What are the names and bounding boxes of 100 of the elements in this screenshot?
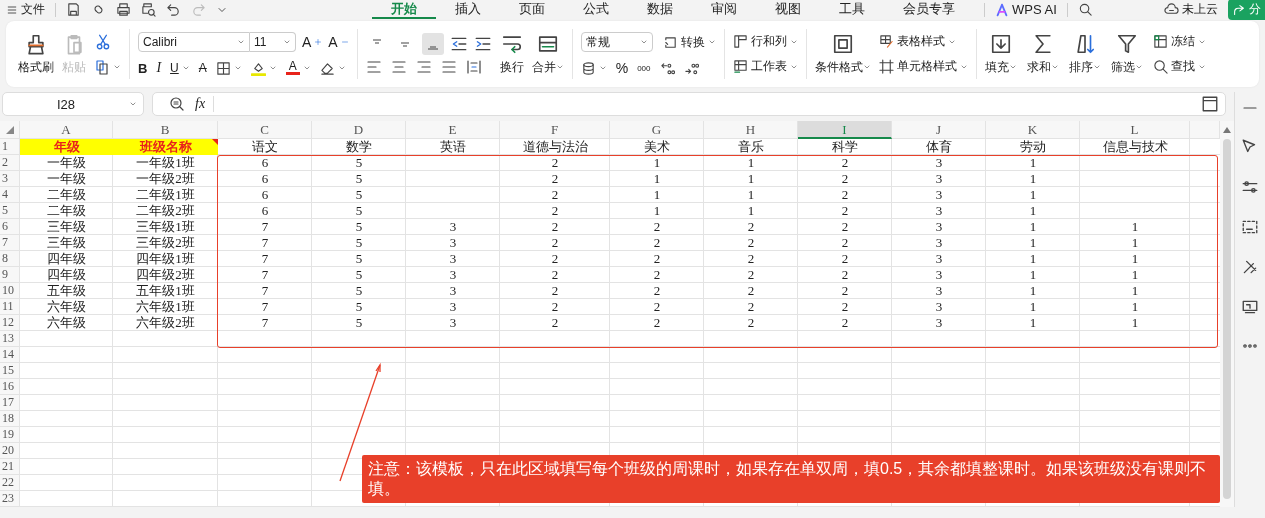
row-number[interactable]: 9 (0, 267, 20, 283)
ribbon-tab[interactable]: 页面 (500, 0, 564, 19)
row-number[interactable]: 7 (0, 235, 20, 251)
sum-button[interactable]: 求和 (1026, 32, 1059, 76)
increase-indent-icon[interactable] (473, 35, 492, 53)
caret-icon[interactable] (268, 64, 277, 72)
sliders-icon[interactable] (1241, 178, 1259, 196)
fill-down-icon[interactable] (989, 32, 1012, 55)
underline-button[interactable]: U (170, 61, 190, 75)
row-number[interactable]: 21 (0, 459, 20, 475)
freeze-icon[interactable] (1152, 34, 1168, 49)
row-number[interactable]: 18 (0, 411, 20, 427)
row-number[interactable]: 4 (0, 187, 20, 203)
row-number[interactable]: 5 (0, 203, 20, 219)
font-color-button[interactable]: A (285, 61, 311, 75)
conditional-format-icon[interactable] (831, 32, 854, 55)
table-style-icon[interactable] (878, 34, 894, 49)
font-dropdown[interactable]: Calibri (138, 32, 250, 52)
vertical-align-button[interactable] (421, 33, 444, 55)
card-icon[interactable] (1241, 298, 1259, 316)
caret-icon[interactable] (237, 38, 245, 46)
cloud-status-button[interactable]: 未上云 (1164, 1, 1218, 18)
select-all-icon[interactable] (5, 126, 14, 134)
name-box[interactable]: I28 (2, 92, 144, 116)
format-painter-button[interactable]: 格式刷 (18, 32, 54, 76)
column-header[interactable]: E (406, 121, 500, 139)
frame-icon[interactable] (1241, 218, 1259, 236)
decrease-font-button[interactable]: A (328, 34, 349, 50)
row-number[interactable]: 17 (0, 395, 20, 411)
print-icon[interactable] (116, 2, 131, 17)
caret-icon[interactable] (337, 64, 346, 72)
undo-icon[interactable] (166, 2, 181, 17)
column-header[interactable]: D (312, 121, 406, 139)
row-number[interactable]: 16 (0, 379, 20, 395)
caret-icon[interactable] (707, 38, 716, 46)
caret-icon[interactable] (181, 64, 190, 72)
ribbon-tab[interactable]: 会员专享 (884, 0, 974, 19)
row-number[interactable]: 14 (0, 347, 20, 363)
ribbon-tab[interactable]: 插入 (436, 0, 500, 19)
borders-button[interactable] (215, 60, 242, 76)
increase-font-button[interactable]: A (302, 34, 323, 50)
paint-bucket-icon[interactable] (250, 60, 266, 76)
table-style-button[interactable]: 表格样式 (878, 33, 968, 50)
rows-columns-icon[interactable] (732, 34, 748, 49)
caret-icon[interactable] (639, 38, 648, 46)
print-preview-icon[interactable] (141, 2, 156, 17)
border-grid-icon[interactable] (215, 60, 231, 76)
coins-icon[interactable] (580, 60, 596, 76)
save-icon[interactable] (66, 2, 81, 17)
share-icon[interactable] (1232, 2, 1246, 17)
align-right-icon[interactable] (415, 59, 432, 75)
formula-editor-icon[interactable] (1201, 95, 1219, 113)
column-header[interactable]: L (1080, 121, 1190, 139)
row-number[interactable]: 23 (0, 491, 20, 507)
zoom-icon[interactable] (169, 96, 185, 112)
ribbon-tab[interactable]: 视图 (756, 0, 820, 19)
convert-icon[interactable] (662, 34, 678, 50)
increase-decimal-icon[interactable] (659, 60, 675, 76)
search-icon[interactable] (1152, 59, 1168, 74)
freeze-button[interactable]: 冻结 (1152, 33, 1206, 50)
row-number[interactable]: 2 (0, 155, 20, 171)
distributed-icon[interactable] (465, 59, 482, 75)
font-size-dropdown[interactable]: 11 (250, 32, 296, 52)
row-number[interactable]: 13 (0, 331, 20, 347)
caret-icon[interactable] (283, 38, 291, 46)
thousands-button[interactable]: 000 (637, 63, 651, 73)
column-header[interactable]: C (218, 121, 312, 139)
filter-button[interactable]: 筛选 (1110, 32, 1143, 76)
row-number[interactable]: 1 (0, 139, 20, 155)
decrease-indent-icon[interactable] (449, 35, 468, 53)
merge-button[interactable]: 合并 (531, 32, 564, 76)
copy-icon[interactable] (94, 59, 110, 75)
align-left-icon[interactable] (365, 59, 382, 75)
caret-icon[interactable] (302, 64, 311, 72)
sort-button[interactable]: 排序 (1068, 32, 1101, 76)
worksheet-icon[interactable] (732, 59, 748, 74)
italic-button[interactable]: I (156, 60, 162, 76)
row-number[interactable]: 8 (0, 251, 20, 267)
currency-button[interactable] (580, 60, 607, 76)
rows-columns-button[interactable]: 行和列 (732, 33, 798, 50)
align-center-icon[interactable] (390, 59, 407, 75)
ribbon-tab[interactable]: 公式 (564, 0, 628, 19)
number-format-dropdown[interactable]: 常规 (580, 32, 653, 52)
caret-icon[interactable] (598, 64, 607, 72)
column-header[interactable]: K (986, 121, 1080, 139)
clear-button[interactable] (319, 60, 346, 76)
file-menu[interactable]: 文件 (6, 1, 45, 18)
worksheet-button[interactable]: 工作表 (732, 58, 798, 75)
formula-bar[interactable]: fx (152, 92, 1226, 116)
search-icon[interactable] (1077, 2, 1093, 17)
row-number[interactable]: 3 (0, 171, 20, 187)
ribbon-tab[interactable]: 数据 (628, 0, 692, 19)
column-header[interactable]: F (500, 121, 610, 139)
filter-icon[interactable] (1115, 32, 1138, 55)
caret-icon[interactable] (129, 100, 137, 108)
eraser-icon[interactable] (319, 60, 335, 76)
paint-brush-icon[interactable] (25, 32, 47, 55)
row-number[interactable]: 6 (0, 219, 20, 235)
scrollbar[interactable] (1220, 121, 1234, 507)
row-number[interactable]: 22 (0, 475, 20, 491)
